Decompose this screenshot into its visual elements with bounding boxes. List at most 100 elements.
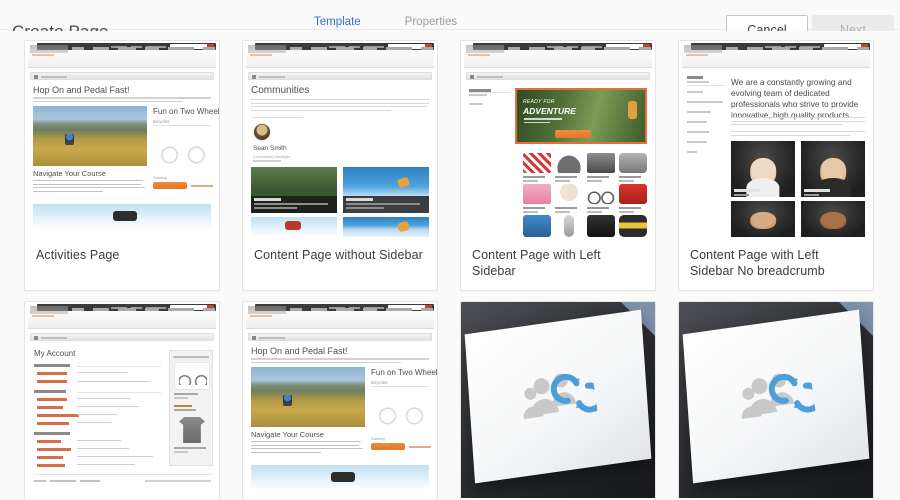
- thumb-tile-3: [251, 217, 337, 237]
- site-mock-team: We are a constantly growing and evolving…: [679, 41, 873, 237]
- site-logo: [30, 306, 68, 317]
- thumb-heading: My Account: [34, 349, 76, 358]
- site-nav: [72, 308, 215, 311]
- site-nav: [726, 47, 869, 50]
- thumb-photo-mountain: [251, 367, 365, 427]
- adobe-campaign-profile-icon: [736, 367, 823, 425]
- thumb-side-heading: Fun on Two Wheels: [153, 107, 219, 116]
- thumb-side-sub: Bicycles: [153, 119, 170, 124]
- site-logo: [30, 45, 68, 56]
- product-tile: [555, 153, 583, 182]
- template-card-content-page-without-sidebar[interactable]: Communities Sean Smith Community Manager: [242, 40, 438, 291]
- adobe-campaign-profile-icon: [518, 367, 605, 425]
- template-card-content-page-with-left-sidebar-no-breadcrumb[interactable]: We are a constantly growing and evolving…: [678, 40, 874, 291]
- thumb-price-label: Starting: [371, 436, 385, 441]
- site-nav: [290, 47, 433, 50]
- avatar: [253, 123, 271, 141]
- template-card-title: Content Page with Left Sidebar: [472, 248, 601, 278]
- thumb-heading: Hop On and Pedal Fast!: [33, 85, 130, 95]
- template-thumbnail: We are a constantly growing and evolving…: [679, 41, 873, 237]
- template-thumbnail: Hop On and Pedal Fast! Fun on Two Wheels…: [243, 302, 437, 498]
- product-tile: [587, 184, 615, 213]
- site-breadcrumb: [30, 333, 214, 341]
- banner-cta-button: [555, 130, 591, 138]
- template-thumbnail: Hop On and Pedal Fast! Fun on Two Wheels…: [25, 41, 219, 237]
- thumb-side-heading: Fun on Two Wheels: [371, 368, 437, 377]
- site-mock-product: Hop On and Pedal Fast! Fun on Two Wheels…: [243, 302, 437, 498]
- site-logo: [684, 45, 722, 56]
- template-card-title: Activities Page: [36, 248, 120, 262]
- site-nav: [508, 47, 651, 50]
- template-card-adobe-campaign-profile-acs[interactable]: Adobe Campaign Profile (ACS): [678, 301, 874, 500]
- template-card-product-page[interactable]: Hop On and Pedal Fast! Fun on Two Wheels…: [242, 301, 438, 500]
- adobe-campaign-photo: [679, 302, 873, 498]
- product-tile: [619, 215, 647, 237]
- product-tile: [523, 215, 551, 237]
- banner-kicker: READY FOR: [523, 99, 555, 105]
- step-label-properties[interactable]: Properties: [405, 16, 457, 29]
- template-card-content-page-with-left-sidebar[interactable]: READY FOR ADVENTURE Content Page with Le…: [460, 40, 656, 291]
- product-tile: [555, 184, 583, 213]
- product-tile: [587, 215, 615, 237]
- step-label-template[interactable]: Template: [314, 16, 361, 29]
- product-tile: [619, 153, 647, 182]
- template-card-title: Content Page with Left Sidebar No breadc…: [690, 248, 825, 278]
- site-mock-left-sidebar: READY FOR ADVENTURE: [461, 41, 655, 237]
- thumb-heading: Hop On and Pedal Fast!: [251, 346, 348, 356]
- team-member-photo: [801, 201, 865, 237]
- recently-viewed-panel: [169, 350, 213, 466]
- product-tile: [523, 153, 551, 182]
- thumb-author-name: Sean Smith: [253, 145, 287, 152]
- thumb-tile-4: [343, 217, 429, 237]
- site-logo: [466, 45, 504, 56]
- site-breadcrumb: [248, 333, 432, 341]
- template-card-adobe-campaign-profile-ac61[interactable]: Adobe Campaign Profile (AC 6.1): [460, 301, 656, 500]
- thumb-cta-button: [153, 182, 187, 189]
- team-member-photo: [801, 141, 865, 197]
- site-breadcrumb: [248, 72, 432, 80]
- product-tile: [523, 184, 551, 213]
- site-mock-communities: Communities Sean Smith Community Manager: [243, 41, 437, 237]
- template-thumbnail: READY FOR ADVENTURE: [461, 41, 655, 237]
- thumb-sub-heading: Navigate Your Course: [33, 169, 106, 178]
- thumb-author-role: Community Manager: [253, 154, 291, 159]
- thumb-banner-adventure: READY FOR ADVENTURE: [515, 88, 647, 144]
- site-breadcrumb: [466, 72, 650, 80]
- template-card-title: Content Page without Sidebar: [254, 248, 423, 262]
- thumb-photo-mountain: [33, 106, 147, 166]
- thumb-tile-winter-sports: [343, 167, 429, 213]
- thumb-photo-bicycle: [155, 129, 211, 165]
- thumb-side-sub: Bicycles: [371, 380, 388, 385]
- tile-caption: [251, 196, 337, 213]
- thumb-cta-button: [371, 443, 405, 450]
- template-thumbnail: [679, 302, 873, 498]
- template-card-content-page-with-right-sidebar[interactable]: My Account: [24, 301, 220, 500]
- thumb-heading: Communities: [251, 85, 310, 96]
- site-nav: [72, 47, 215, 50]
- thumb-price-label: Starting: [153, 175, 167, 180]
- thumb-tile-hiking: [251, 167, 337, 213]
- site-mock-my-account: My Account: [25, 302, 219, 498]
- thumb-photo-sky: [251, 465, 429, 491]
- thumb-sub-heading: Navigate Your Course: [251, 430, 324, 439]
- thumb-photo-bicycle: [373, 390, 429, 426]
- template-thumbnail: Communities Sean Smith Community Manager: [243, 41, 437, 237]
- site-logo: [248, 45, 286, 56]
- tile-caption: [343, 196, 429, 213]
- template-grid: Hop On and Pedal Fast! Fun on Two Wheels…: [0, 40, 900, 500]
- template-thumbnail: [461, 302, 655, 498]
- banner-title: ADVENTURE: [523, 106, 576, 116]
- team-member-photo: [731, 201, 795, 237]
- adobe-campaign-photo: [461, 302, 655, 498]
- site-mock-activities: Hop On and Pedal Fast! Fun on Two Wheels…: [25, 41, 219, 237]
- thumb-photo-sky: [33, 204, 211, 230]
- template-card-activities-page[interactable]: Hop On and Pedal Fast! Fun on Two Wheels…: [24, 40, 220, 291]
- thumb-headline: We are a constantly growing and evolving…: [731, 77, 859, 120]
- team-member-photo: [731, 141, 795, 197]
- step-labels: Template Properties: [300, 16, 530, 29]
- template-grid-scroll[interactable]: Hop On and Pedal Fast! Fun on Two Wheels…: [0, 31, 900, 500]
- site-nav: [290, 308, 433, 311]
- product-tile: [619, 184, 647, 213]
- site-logo: [248, 306, 286, 317]
- product-tile: [555, 215, 583, 237]
